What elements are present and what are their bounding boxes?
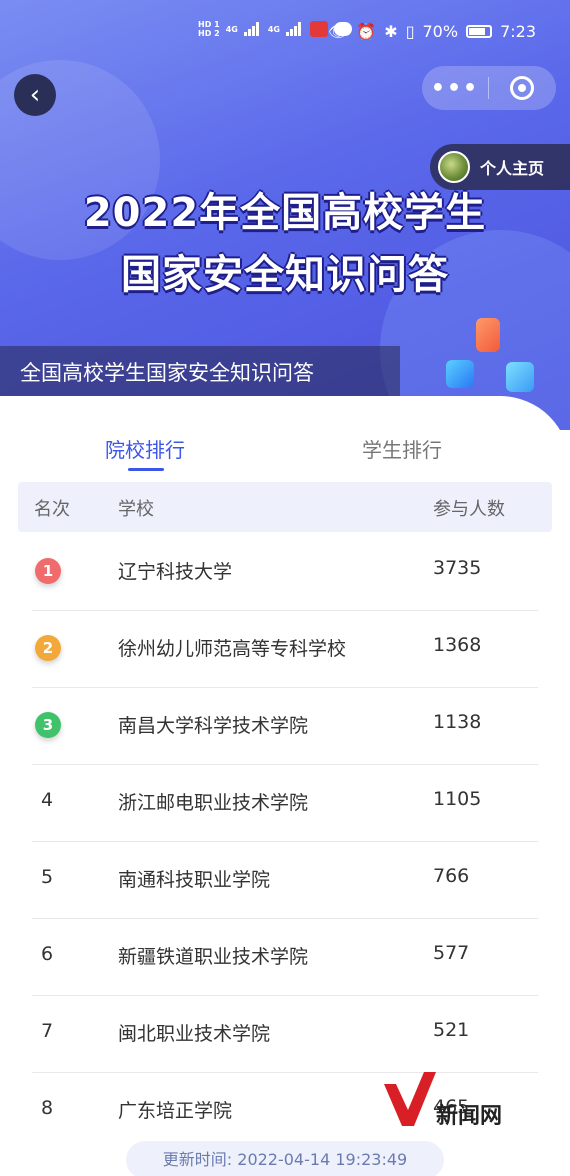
more-button[interactable]: ••• bbox=[422, 76, 488, 101]
target-icon bbox=[510, 76, 534, 100]
rank-number: 6 bbox=[40, 943, 54, 965]
close-button[interactable] bbox=[489, 76, 555, 100]
rank-number: 4 bbox=[40, 789, 54, 811]
school-name: 闽北职业技术学院 bbox=[118, 1023, 271, 1045]
banner-subtitle: 全国高校学生国家安全知识问答 bbox=[0, 346, 400, 398]
news-watermark: 新闻网 bbox=[380, 1064, 520, 1134]
alarm-icon: ⏰ bbox=[356, 22, 377, 41]
rank-medal-icon: 2 bbox=[35, 635, 61, 661]
battery-icon bbox=[466, 25, 493, 38]
table-row: 4 浙江邮电职业技术学院 1105 bbox=[32, 765, 538, 842]
signal-icon bbox=[285, 22, 304, 36]
back-button[interactable]: ‹ bbox=[14, 74, 56, 116]
rank-medal-icon: 1 bbox=[35, 558, 61, 584]
school-name: 徐州幼儿师范高等专科学校 bbox=[118, 638, 347, 660]
header-count: 参与人数 bbox=[433, 499, 505, 520]
mini-program-capsule: ••• bbox=[422, 66, 556, 110]
hd2-label: HD 2 bbox=[198, 29, 220, 38]
decoration-cube bbox=[506, 362, 534, 392]
avatar bbox=[438, 151, 470, 183]
table-row: 1 辽宁科技大学 3735 bbox=[32, 534, 538, 611]
watermark-logo-icon bbox=[384, 1072, 436, 1126]
participant-count: 577 bbox=[433, 942, 470, 964]
table-row: 3 南昌大学科学技术学院 1138 bbox=[32, 688, 538, 765]
status-bar: HD 1 HD 2 4G 4G 👁 ⏰ ✱ ▯ 70% 7:23 bbox=[0, 0, 570, 66]
watermark-text: 新闻网 bbox=[436, 1103, 503, 1129]
table-row: 2 徐州幼儿师范高等专科学校 1368 bbox=[32, 611, 538, 688]
eye-icon: 👁 bbox=[328, 22, 349, 41]
network1-label: 4G bbox=[225, 24, 238, 34]
participant-count: 3735 bbox=[433, 557, 482, 579]
network2-label: 4G bbox=[267, 24, 280, 34]
clock: 7:23 bbox=[500, 22, 536, 41]
school-name: 南通科技职业学院 bbox=[118, 869, 271, 891]
school-name: 辽宁科技大学 bbox=[118, 561, 233, 583]
rank-number: 5 bbox=[40, 866, 54, 888]
table-row: 6 新疆铁道职业技术学院 577 bbox=[32, 919, 538, 996]
bluetooth-icon: ✱ bbox=[384, 22, 398, 41]
participant-count: 1138 bbox=[433, 711, 482, 733]
rank-number: 7 bbox=[40, 1020, 54, 1042]
tab-student-ranking[interactable]: 学生排行 bbox=[362, 434, 442, 463]
rank-medal-icon: 3 bbox=[35, 712, 61, 738]
table-row: 5 南通科技职业学院 766 bbox=[32, 842, 538, 919]
hd1-label: HD 1 bbox=[198, 20, 220, 29]
decoration-cube bbox=[446, 360, 474, 388]
page-title-line1: 2022年全国高校学生 bbox=[83, 190, 487, 236]
table-row: 7 闽北职业技术学院 521 bbox=[32, 996, 538, 1073]
battery-percent: 70% bbox=[422, 22, 459, 41]
table-header: 名次 学校 参与人数 bbox=[18, 482, 552, 532]
school-name: 浙江邮电职业技术学院 bbox=[118, 792, 309, 814]
chevron-left-icon: ‹ bbox=[29, 80, 41, 110]
active-tab-indicator bbox=[128, 468, 164, 471]
decoration-cube bbox=[476, 318, 500, 352]
hd-indicator: HD 1 HD 2 bbox=[198, 20, 220, 38]
app-notification-icon bbox=[309, 21, 328, 37]
more-dots-icon: ••• bbox=[430, 75, 480, 101]
school-name: 南昌大学科学技术学院 bbox=[118, 715, 309, 737]
update-time: 更新时间: 2022-04-14 19:23:49 bbox=[126, 1141, 444, 1176]
school-name: 新疆铁道职业技术学院 bbox=[118, 946, 309, 968]
participant-count: 766 bbox=[433, 865, 470, 887]
vibrate-icon: ▯ bbox=[405, 22, 415, 41]
status-right: 👁 ⏰ ✱ ▯ 70% 7:23 bbox=[328, 22, 536, 41]
profile-label: 个人主页 bbox=[480, 159, 545, 178]
participant-count: 1368 bbox=[433, 634, 482, 656]
participant-count: 521 bbox=[433, 1019, 470, 1041]
header-rank: 名次 bbox=[34, 499, 70, 520]
rank-number: 8 bbox=[40, 1097, 54, 1119]
page-title-line2: 国家安全知识问答 bbox=[121, 252, 449, 298]
school-name: 广东培正学院 bbox=[118, 1100, 233, 1122]
ranking-tabs: 院校排行 学生排行 bbox=[0, 426, 570, 476]
tab-school-ranking[interactable]: 院校排行 bbox=[105, 434, 185, 463]
signal-icon bbox=[243, 22, 262, 36]
participant-count: 1105 bbox=[433, 788, 482, 810]
header-banner: HD 1 HD 2 4G 4G 👁 ⏰ ✱ ▯ 70% 7:23 ‹ ••• 个… bbox=[0, 0, 570, 430]
header-school: 学校 bbox=[118, 499, 154, 520]
